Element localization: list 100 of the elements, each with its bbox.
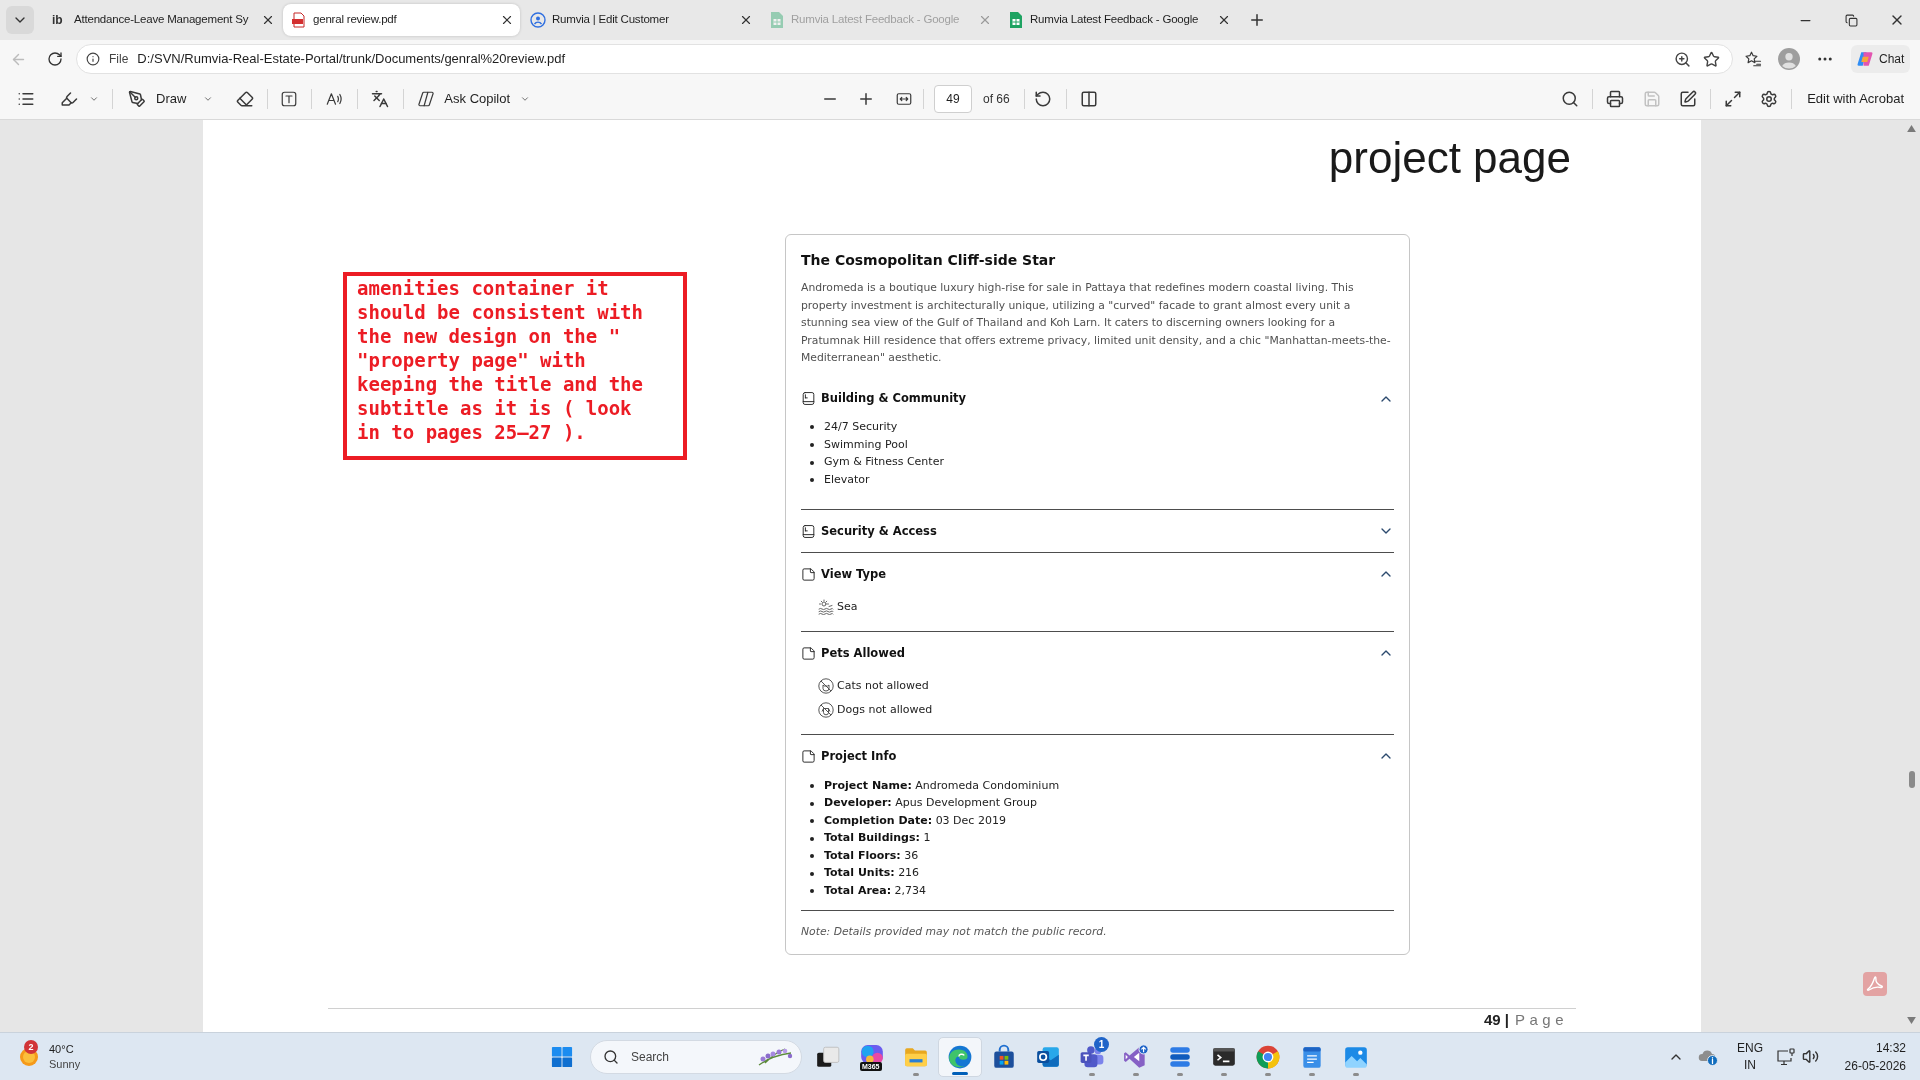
close-icon[interactable] [1217, 13, 1231, 27]
wired-network-icon[interactable] [1776, 1047, 1796, 1066]
search-box[interactable]: Search [590, 1039, 802, 1074]
bullet-icon [810, 460, 814, 465]
print-icon[interactable] [1606, 89, 1625, 108]
ask-copilot-button[interactable]: Ask Copilot [413, 82, 535, 115]
fact-item: Developer: Apus Development Group [824, 795, 1037, 812]
notification-badge: 2 [24, 1039, 38, 1054]
prohibition-icon [818, 678, 834, 695]
card-title: The Cosmopolitan Cliff-side Star [801, 251, 1057, 270]
count-badge: 1 [1094, 1036, 1109, 1052]
person-circle-icon [530, 12, 546, 28]
search-icon[interactable] [1561, 89, 1580, 108]
date-text: 26-05-2026 [1844, 1057, 1906, 1075]
language-code: ENG [1737, 1039, 1763, 1057]
amenity-item: Elevator [824, 472, 870, 489]
loop-logo-icon [1123, 1043, 1149, 1070]
close-icon[interactable] [500, 13, 514, 27]
url-scheme: File [109, 51, 129, 68]
page-label: Page [1514, 1010, 1568, 1030]
site-logo: ib [52, 12, 64, 28]
browser-tab[interactable]: ib Attendance-Leave Management Sy [44, 4, 281, 36]
new-tab-icon[interactable] [1248, 11, 1266, 29]
section-title: Project Info [821, 747, 897, 765]
annotation-text: amenities container it should be consistent with the new design on the " "property page" with keeping the title and the subtitle as it is ( look in to pages 25–27 ). [357, 276, 644, 444]
feature-item: Sea [837, 599, 858, 615]
tab-actions-button[interactable] [6, 6, 34, 34]
pen-icon [128, 89, 146, 108]
highlighter-icon[interactable] [60, 89, 78, 108]
bullet-icon [810, 784, 814, 788]
amenity-item: Gym & Fitness Center [824, 454, 944, 471]
rotate-icon[interactable] [1033, 89, 1052, 108]
scrollbar-thumb[interactable] [1908, 771, 1915, 788]
eraser-icon[interactable] [236, 89, 255, 108]
taskbar-app-button[interactable]: 1 [1070, 1036, 1114, 1077]
feature-item: Cats not allowed [837, 678, 929, 694]
section-title: Security & Access [821, 522, 937, 540]
favorites-icon[interactable] [1744, 50, 1762, 68]
note-icon [801, 645, 816, 661]
zoom-in-icon[interactable] [1674, 50, 1691, 68]
close-icon[interactable] [261, 13, 275, 27]
sun-over-waves-icon [818, 599, 834, 616]
scroll-up-icon[interactable] [1907, 125, 1916, 132]
bullet-icon [810, 801, 814, 806]
chat-button[interactable]: Chat [1851, 45, 1910, 73]
bullet-icon [810, 871, 814, 876]
draw-button[interactable]: Draw [124, 82, 218, 115]
bullet-icon [810, 443, 814, 448]
language-indicator[interactable]: ENG IN [1732, 1039, 1768, 1074]
close-icon[interactable] [739, 13, 753, 27]
note-icon [801, 566, 816, 582]
bullet-icon [810, 819, 814, 823]
browser-tab[interactable]: Rumvia | Edit Customer [522, 4, 759, 36]
temperature: 40°C [49, 1041, 75, 1057]
two-page-icon[interactable] [1079, 89, 1098, 108]
clock[interactable]: 14:32 26-05-2026 [1836, 1038, 1906, 1075]
tablet-icon [801, 523, 816, 539]
section-title: View Type [821, 565, 887, 583]
edit-with-acrobat-button[interactable]: Edit with Acrobat [1807, 88, 1904, 109]
section-title: Pets Allowed [821, 644, 905, 662]
fact-item: Completion Date: 03 Dec 2019 [824, 812, 1006, 829]
tricolor-circle-icon [1255, 1043, 1281, 1070]
address-field[interactable]: File D:/SVN/Rumvia-Real-Estate-Portal/trunk/Documents/genral%20review.pdf [76, 44, 1733, 74]
text-box-icon[interactable] [280, 89, 299, 108]
page-heading: project page [1328, 132, 1571, 184]
amenity-item: 24/7 Security [824, 419, 898, 436]
prohibition-icon [818, 702, 834, 719]
bullet-icon [810, 889, 814, 893]
fact-item: Total Area: 2,734 [824, 882, 927, 899]
page-number: 49 | [1483, 1010, 1509, 1030]
fullscreen-icon[interactable] [1724, 89, 1743, 108]
looped-logo-icon [417, 89, 436, 108]
fact-item: Total Buildings: 1 [824, 830, 931, 847]
weather-condition: Sunny [49, 1056, 81, 1072]
restore-icon[interactable] [1844, 13, 1858, 27]
star-icon[interactable] [1703, 50, 1720, 68]
pen-square-icon[interactable] [1679, 89, 1698, 108]
settings-icon[interactable] [1760, 89, 1779, 108]
pdf-file-icon [291, 12, 307, 28]
info-icon[interactable] [86, 52, 100, 66]
fact-item: Total Units: 216 [824, 865, 920, 882]
note-text: Note: Details provided may not match the public record. [801, 923, 1108, 940]
page-number-field[interactable]: 49 [934, 84, 972, 113]
feature-item: Dogs not allowed [837, 702, 933, 718]
page-count: of 66 [983, 90, 1010, 108]
browser-tab[interactable]: genral review.pdf [283, 4, 520, 36]
refresh-icon[interactable] [47, 51, 63, 67]
scroll-down-icon[interactable] [1907, 1017, 1916, 1024]
bullet-icon [810, 836, 814, 841]
wave-logo-icon [947, 1043, 973, 1070]
amenity-item: Swimming Pool [824, 436, 908, 453]
bullet-icon [810, 478, 814, 483]
time-text: 14:32 [1875, 1039, 1906, 1057]
start-icon[interactable] [551, 1045, 573, 1068]
spreadsheet-icon [769, 12, 785, 28]
browser-tab[interactable]: Rumvia Latest Feedback - Google [1000, 4, 1237, 36]
volume-icon[interactable] [1801, 1048, 1819, 1065]
gradient-logo-icon [1856, 50, 1874, 68]
translate-icon[interactable] [371, 89, 390, 108]
url-text: D:/SVN/Rumvia-Real-Estate-Portal/trunk/Documents/genral%20review.pdf [137, 50, 566, 69]
